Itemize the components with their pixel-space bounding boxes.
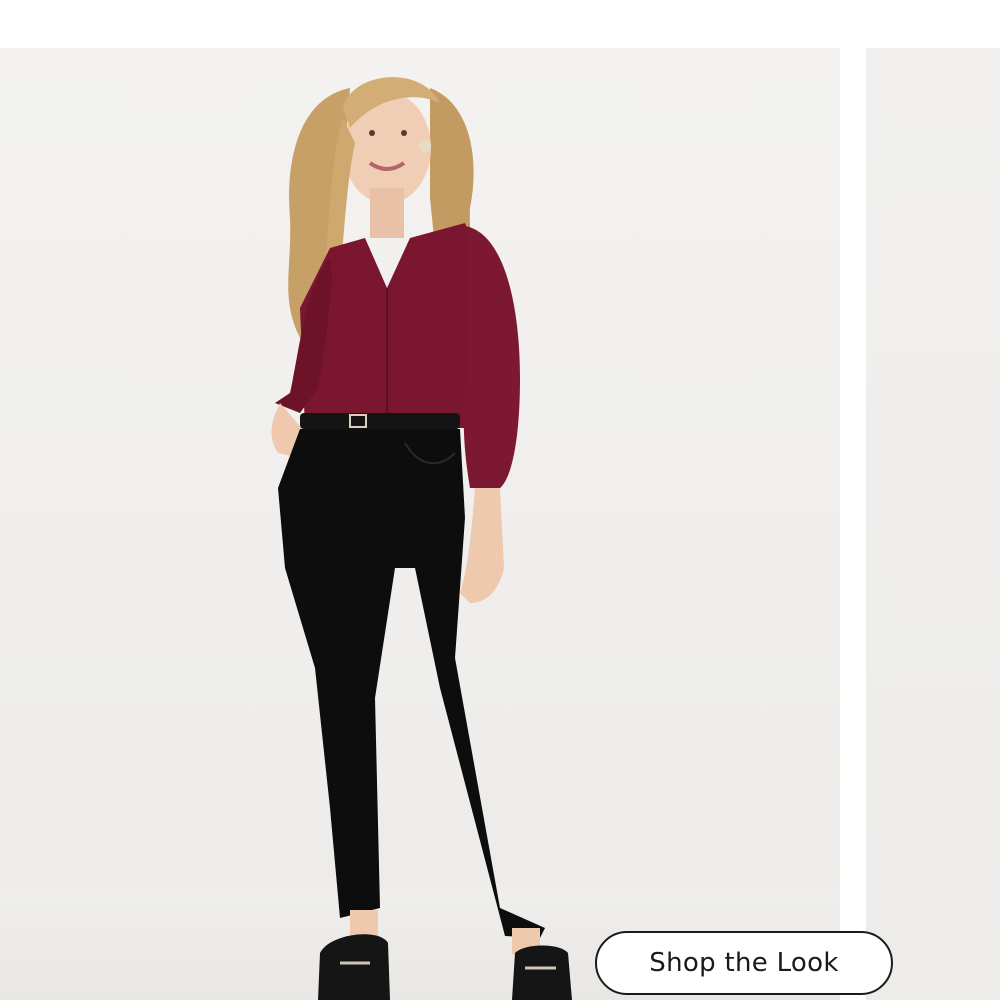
product-image-main[interactable] [0,48,840,1000]
image-carousel[interactable] [0,48,1000,1000]
product-image-next-preview[interactable] [866,48,1000,1000]
top-strip [0,0,1000,48]
shop-the-look-button[interactable]: Shop the Look [595,931,893,995]
model-photo [271,77,572,1000]
carousel-gap [840,48,866,1000]
product-page: Shop the Look [0,0,1000,1000]
